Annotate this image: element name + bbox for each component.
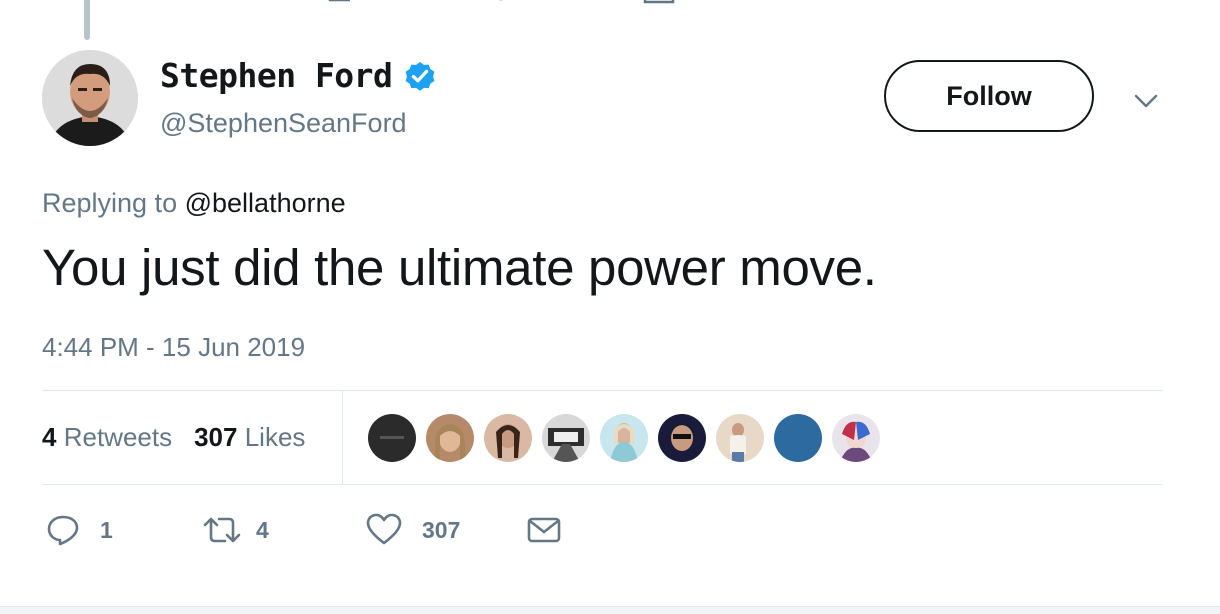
liker-avatar[interactable] bbox=[832, 414, 880, 462]
liker-avatar[interactable] bbox=[600, 414, 648, 462]
replying-to-mention-link[interactable]: @bellathorne bbox=[185, 188, 346, 218]
stats-bottom-divider bbox=[42, 484, 1162, 485]
liker-avatar[interactable] bbox=[484, 414, 532, 462]
follow-button[interactable]: Follow bbox=[884, 60, 1094, 132]
liker-avatar[interactable] bbox=[658, 414, 706, 462]
liker-avatar[interactable] bbox=[426, 414, 474, 462]
liker-avatar-4-icon bbox=[542, 414, 590, 462]
liker-avatar-7-icon bbox=[716, 414, 764, 462]
likes-label: Likes bbox=[244, 422, 306, 452]
message-icon[interactable] bbox=[642, 0, 676, 6]
tweet-stats: 4 Retweets 307 Likes bbox=[42, 422, 305, 453]
like-icon[interactable] bbox=[486, 0, 516, 6]
author-avatar[interactable] bbox=[42, 50, 138, 146]
liker-avatar-1-icon bbox=[368, 414, 416, 462]
liker-avatar[interactable] bbox=[542, 414, 590, 462]
liker-avatar-6-icon bbox=[658, 414, 706, 462]
like-button[interactable]: 307 bbox=[366, 506, 460, 554]
direct-message-button[interactable] bbox=[526, 506, 562, 554]
retweets-label: Retweets bbox=[63, 422, 173, 452]
author-name-row[interactable]: Stephen Ford bbox=[160, 56, 438, 95]
tweet-timestamp[interactable]: 4:44 PM - 15 Jun 2019 bbox=[42, 332, 305, 363]
liker-avatars bbox=[368, 414, 880, 462]
retweets-stat[interactable]: 4 Retweets bbox=[42, 422, 172, 453]
thread-connector-line bbox=[84, 0, 90, 40]
liker-avatar-2-icon bbox=[426, 414, 474, 462]
retweet-icon bbox=[203, 517, 241, 543]
liker-avatar-3-icon bbox=[484, 414, 532, 462]
like-count: 307 bbox=[422, 516, 461, 543]
envelope-icon bbox=[527, 517, 561, 543]
avatar-photo-icon bbox=[42, 50, 138, 146]
author-display-name[interactable]: Stephen Ford bbox=[160, 56, 393, 95]
reply-button[interactable]: 1 bbox=[46, 506, 113, 554]
likes-count: 307 bbox=[194, 422, 238, 452]
previous-tweet-actions bbox=[0, 0, 1220, 6]
likes-stat[interactable]: 307 Likes bbox=[194, 422, 305, 453]
retweet-button[interactable]: 4 bbox=[202, 506, 269, 554]
liker-avatar[interactable] bbox=[716, 414, 764, 462]
liker-avatar-8-icon bbox=[774, 414, 822, 462]
retweets-count: 4 bbox=[42, 422, 57, 452]
liker-avatar-5-icon bbox=[600, 414, 648, 462]
replying-to-label: Replying to bbox=[42, 188, 178, 218]
heart-icon bbox=[366, 513, 402, 545]
reply-count: 1 bbox=[100, 516, 113, 543]
author-handle[interactable]: @StephenSeanFord bbox=[160, 108, 407, 139]
tweet-text: You just did the ultimate power move. bbox=[42, 239, 877, 296]
bottom-border bbox=[0, 606, 1220, 614]
reply-icon[interactable] bbox=[170, 0, 200, 6]
chevron-down-icon[interactable] bbox=[1132, 86, 1160, 114]
liker-avatar[interactable] bbox=[774, 414, 822, 462]
liker-avatar[interactable] bbox=[368, 414, 416, 462]
retweet-count: 4 bbox=[256, 516, 269, 543]
retweet-icon[interactable] bbox=[326, 0, 360, 6]
verified-badge-icon bbox=[406, 61, 435, 91]
stats-top-divider bbox=[42, 390, 1162, 391]
replying-to-line: Replying to @bellathorne bbox=[42, 188, 346, 219]
liker-avatar-9-icon bbox=[832, 414, 880, 462]
stats-vertical-divider bbox=[342, 390, 343, 484]
reply-icon bbox=[47, 515, 79, 546]
